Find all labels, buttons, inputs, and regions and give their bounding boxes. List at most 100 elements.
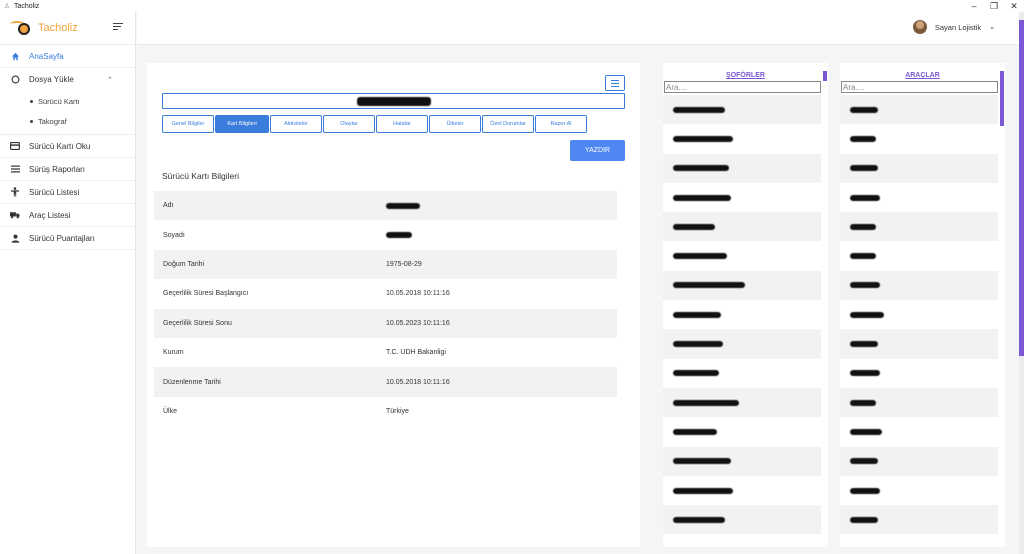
- redacted-text: [850, 341, 878, 348]
- redacted-text: [850, 106, 878, 113]
- redacted-text: [850, 399, 876, 406]
- tab-events[interactable]: Olaylar: [323, 115, 375, 133]
- user-icon: [10, 233, 20, 243]
- vehicle-list-item[interactable]: [840, 270, 998, 301]
- table-row: Düzenlenme Tarihi 10.05.2018 10:11:16: [154, 367, 617, 397]
- redacted-last-name: [386, 232, 412, 239]
- redacted-text: [673, 458, 731, 465]
- sidebar-item-label: Sürücü Listesi: [29, 187, 80, 197]
- sidebar-subitem-driver-card[interactable]: Sürücü Kartı: [0, 91, 135, 111]
- sidebar-item-driving-reports[interactable]: Sürüş Raporları: [0, 158, 135, 181]
- tab-special-conditions[interactable]: Özel Durumlar: [482, 115, 534, 133]
- minimize-icon[interactable]: –: [964, 0, 984, 12]
- menu-icon[interactable]: [605, 75, 625, 91]
- vehicle-list-item[interactable]: [840, 387, 998, 418]
- row-value: Türkiye: [386, 407, 409, 415]
- avatar: [912, 20, 927, 34]
- close-icon[interactable]: ✕: [1004, 0, 1024, 12]
- vehicle-list-item[interactable]: [840, 417, 998, 446]
- sidebar-item-file-upload[interactable]: Dosya Yükle ⌃: [0, 68, 135, 91]
- vehicle-list-item[interactable]: [840, 124, 998, 153]
- drivers-scrollbar[interactable]: [823, 71, 827, 81]
- bullet-icon: [30, 99, 33, 103]
- page-scrollbar[interactable]: [1019, 12, 1024, 554]
- chevron-down-icon[interactable]: ⌄: [989, 23, 995, 31]
- table-row: Doğum Tarihi 1975-08-29: [154, 249, 617, 280]
- redacted-text: [673, 106, 725, 113]
- page-scrollbar-thumb[interactable]: [1019, 20, 1024, 356]
- driver-list-item[interactable]: [663, 183, 821, 212]
- sidebar-subitem-label: Takograf: [38, 116, 67, 126]
- redacted-card-number: [356, 96, 431, 106]
- vehicle-list-item[interactable]: [840, 446, 998, 476]
- vehicle-list-item[interactable]: [840, 505, 998, 535]
- window-controls: – ❐ ✕: [964, 0, 1024, 12]
- redacted-text: [673, 516, 725, 523]
- table-row: Geçerlilik Süresi Başlangıcı 10.05.2018 …: [154, 279, 617, 308]
- driver-list-item[interactable]: [663, 212, 821, 242]
- user-name: Sayan Lojistik: [934, 22, 982, 32]
- vehicle-list-item[interactable]: [840, 300, 998, 329]
- tab-faults[interactable]: Hatalar: [376, 115, 428, 133]
- vehicle-list-item[interactable]: [840, 212, 998, 242]
- driver-list-item[interactable]: [663, 387, 821, 418]
- sidebar-item-home[interactable]: AnaSayfa: [0, 45, 135, 68]
- sidebar-item-driver-list[interactable]: Sürücü Listesi: [0, 181, 135, 204]
- sidebar-subitem-tachograph[interactable]: Takograf: [0, 111, 135, 131]
- vehicles-title: ARAÇLAR: [905, 72, 940, 79]
- redacted-text: [850, 194, 880, 201]
- redacted-text: [850, 370, 880, 377]
- driver-list-item[interactable]: [663, 417, 821, 446]
- row-value: 10.05.2018 10:11:16: [386, 378, 450, 386]
- vehicle-list-item[interactable]: [840, 329, 998, 359]
- user-menu[interactable]: Sayan Lojistik ⌄: [912, 20, 995, 34]
- driver-list-item[interactable]: [663, 476, 821, 505]
- tab-countries[interactable]: Ülkeler: [429, 115, 481, 133]
- vehicle-list-item[interactable]: [840, 95, 998, 125]
- person-arms-icon: [10, 187, 20, 197]
- driver-list-item[interactable]: [663, 329, 821, 359]
- driver-list-item[interactable]: [663, 95, 821, 125]
- sidebar-toggle-icon[interactable]: [113, 23, 123, 32]
- driver-list-item[interactable]: [663, 241, 821, 270]
- redacted-text: [673, 165, 729, 172]
- vehicles-panel: ARAÇLAR: [840, 63, 1005, 547]
- driver-list-item[interactable]: [663, 300, 821, 329]
- driver-list-item[interactable]: [663, 446, 821, 476]
- sidebar-item-read-driver-card[interactable]: Sürücü Kartı Oku: [0, 135, 135, 158]
- card-number-field[interactable]: [162, 93, 625, 109]
- redacted-text: [673, 194, 731, 201]
- vehicles-search-input[interactable]: [841, 81, 998, 93]
- driver-list-item[interactable]: [663, 124, 821, 153]
- driver-list-item[interactable]: [663, 359, 821, 388]
- tab-card-info[interactable]: Kart Bilgileri: [215, 115, 269, 133]
- driver-list-item[interactable]: [663, 505, 821, 535]
- sidebar-item-vehicle-list[interactable]: Araç Listesi: [0, 204, 135, 227]
- vehicle-list-item[interactable]: [840, 241, 998, 270]
- redacted-text: [850, 311, 884, 318]
- brand-logo[interactable]: Tacholiz: [0, 12, 135, 45]
- redacted-text: [850, 135, 876, 142]
- sidebar-item-label: Sürücü Puantajları: [29, 233, 95, 243]
- redacted-text: [673, 341, 723, 348]
- row-value: T.C. UDH Bakanligi: [386, 349, 446, 357]
- vehicles-scrollbar[interactable]: [1000, 71, 1004, 126]
- chevron-up-icon[interactable]: ⌃: [107, 76, 113, 84]
- sidebar-item-driver-timesheets[interactable]: Sürücü Puantajları: [0, 227, 135, 250]
- tab-get-report[interactable]: Rapor Al: [535, 115, 587, 133]
- driver-list-item[interactable]: [663, 270, 821, 301]
- vehicle-list-item[interactable]: [840, 183, 998, 212]
- redacted-text: [850, 165, 878, 172]
- window-titlebar: ♙ Tacholiz – ❐ ✕: [0, 0, 1024, 12]
- circle-icon: [10, 75, 20, 85]
- tab-general-info[interactable]: Genel Bilgiler: [162, 115, 214, 133]
- print-button[interactable]: YAZDIR: [570, 140, 625, 161]
- vehicle-list-item[interactable]: [840, 476, 998, 505]
- vehicle-list-item[interactable]: [840, 153, 998, 183]
- drivers-search-input[interactable]: [664, 81, 821, 93]
- tab-activities[interactable]: Aktiviteler: [270, 115, 322, 133]
- vehicle-list-item[interactable]: [840, 359, 998, 388]
- restore-icon[interactable]: ❐: [984, 0, 1004, 12]
- home-icon: [10, 51, 20, 61]
- driver-list-item[interactable]: [663, 153, 821, 183]
